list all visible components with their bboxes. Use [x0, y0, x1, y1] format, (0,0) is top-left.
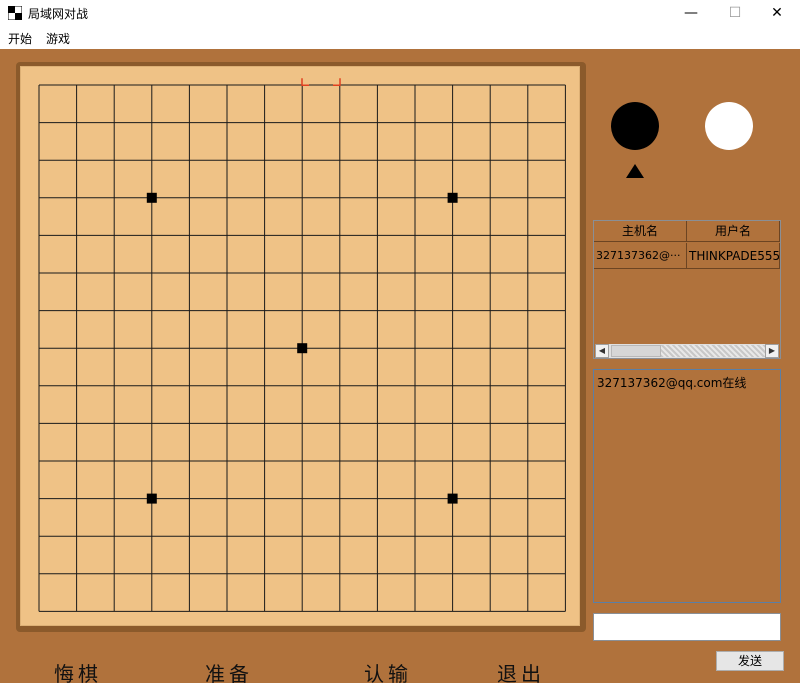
star-point	[146, 493, 157, 504]
placement-cursor	[301, 78, 341, 86]
board-frame	[16, 62, 586, 632]
title-bar: 局域网对战 — ☐ ✕	[0, 0, 800, 27]
user-table[interactable]: 主机名 用户名 327137362@··· THINKPADE555 ◀ ▶	[593, 220, 781, 359]
column-header-user[interactable]: 用户名	[687, 221, 780, 242]
board-grid[interactable]	[21, 67, 581, 627]
star-point	[146, 192, 157, 203]
send-button[interactable]: 发送	[716, 651, 784, 671]
chat-message: 327137362@qq.com在线	[597, 376, 747, 390]
go-board[interactable]	[20, 66, 580, 626]
menu-bar: 开始 游戏	[0, 27, 800, 49]
chat-input[interactable]	[593, 613, 781, 641]
window-title: 局域网对战	[28, 7, 89, 21]
scrollbar-track[interactable]	[661, 345, 765, 357]
star-point	[447, 192, 458, 203]
black-stone-indicator	[611, 102, 659, 150]
table-cell-host[interactable]: 327137362@···	[594, 243, 687, 269]
scroll-right-icon[interactable]: ▶	[765, 344, 779, 358]
menu-start[interactable]: 开始	[8, 30, 32, 47]
column-header-host[interactable]: 主机名	[594, 221, 687, 242]
turn-indicator-icon	[626, 164, 644, 178]
chat-log[interactable]: 327137362@qq.com在线	[593, 369, 781, 603]
maximize-button[interactable]: ☐	[712, 0, 758, 27]
menu-game[interactable]: 游戏	[46, 30, 70, 47]
minimize-button[interactable]: —	[668, 0, 714, 27]
close-button[interactable]: ✕	[754, 0, 800, 27]
table-cell-user[interactable]: THINKPADE555	[687, 243, 780, 269]
star-point	[447, 493, 458, 504]
star-point	[297, 343, 308, 354]
game-area: 主机名 用户名 327137362@··· THINKPADE555 ◀ ▶ 3…	[0, 49, 800, 686]
horizontal-scrollbar[interactable]: ◀ ▶	[595, 344, 779, 358]
white-stone-indicator	[705, 102, 753, 150]
scroll-left-icon[interactable]: ◀	[595, 344, 609, 358]
app-icon	[8, 6, 22, 20]
scrollbar-thumb[interactable]	[611, 345, 661, 357]
